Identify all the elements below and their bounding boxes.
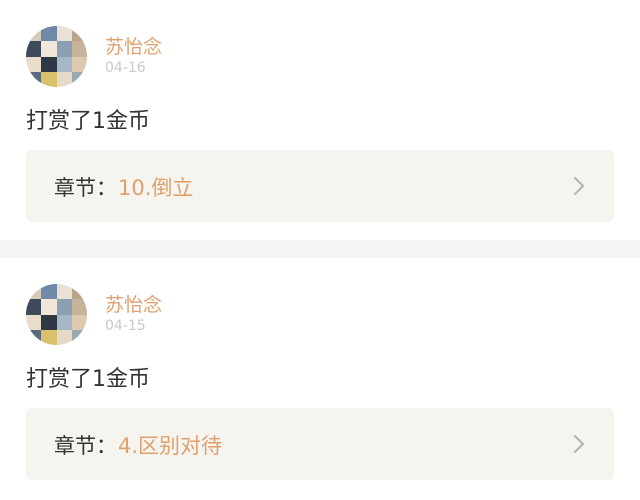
avatar[interactable]: [26, 284, 87, 345]
reward-post: 苏怡念 04-16 打赏了1金币 章节： 10.倒立: [0, 0, 640, 240]
chevron-right-icon: [573, 434, 585, 454]
chapter-label: 章节：: [54, 176, 117, 200]
chapter-title: 4.区别对待: [118, 434, 223, 458]
reward-post: 苏怡念 04-15 打赏了1金币 章节： 4.区别对待: [0, 258, 640, 500]
reward-feed: 苏怡念 04-16 打赏了1金币 章节： 10.倒立 苏怡念 04-15 打赏了…: [0, 0, 640, 500]
avatar[interactable]: [26, 26, 87, 87]
post-date: 04-16: [105, 60, 146, 76]
username[interactable]: 苏怡念: [105, 290, 162, 317]
post-divider: [0, 240, 640, 258]
reward-text: 打赏了1金币: [26, 109, 150, 134]
chapter-link-card[interactable]: 章节： 10.倒立: [26, 150, 614, 222]
chapter-label: 章节：: [54, 434, 117, 458]
chapter-title: 10.倒立: [118, 176, 194, 200]
chevron-right-icon: [573, 176, 585, 196]
username[interactable]: 苏怡念: [105, 32, 162, 59]
post-date: 04-15: [105, 318, 146, 334]
reward-text: 打赏了1金币: [26, 367, 150, 392]
chapter-link-card[interactable]: 章节： 4.区别对待: [26, 408, 614, 480]
